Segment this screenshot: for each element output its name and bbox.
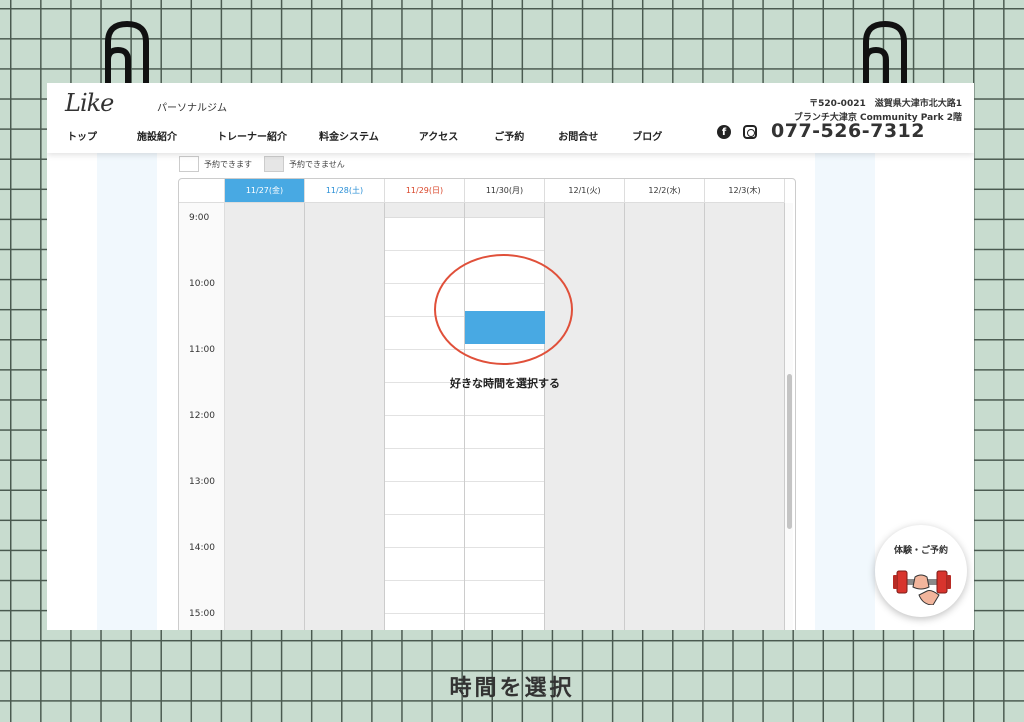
logo-subtitle: パーソナルジム	[157, 103, 227, 114]
legend-available-label: 予約できます	[204, 159, 252, 169]
time-label: 15:00	[189, 609, 215, 619]
site-header: Like パーソナルジム トップ 施設紹介 トレーナー紹介 料金システム アクセ…	[47, 83, 974, 153]
day-header[interactable]: 12/2(水)	[625, 179, 705, 202]
time-slot[interactable]	[465, 449, 544, 482]
caption: 時間を選択	[449, 676, 575, 701]
time-label: 12:00	[189, 411, 215, 421]
highlight-circle	[434, 254, 573, 365]
time-slot[interactable]	[385, 449, 464, 482]
day-header[interactable]: 12/1(火)	[545, 179, 625, 202]
booking-calendar: 11/27(金) 11/28(土) 11/29(日) 11/30(月) 12/1…	[178, 178, 796, 630]
instruction-callout: 好きな時間を選択する	[450, 377, 560, 390]
scrollbar-thumb[interactable]	[787, 374, 792, 529]
trial-reservation-button[interactable]: 体験・ご予約	[875, 525, 967, 617]
nav-item-access[interactable]: アクセス	[419, 128, 459, 143]
phone-number[interactable]: 077-526-7312	[771, 120, 925, 142]
address-line-1: 〒520-0021 滋賀県大津市北大路1	[809, 99, 962, 109]
calendar-header: 11/27(金) 11/28(土) 11/29(日) 11/30(月) 12/1…	[179, 179, 785, 203]
badge-label: 体験・ご予約	[893, 546, 948, 556]
nav-item-reservation[interactable]: ご予約	[494, 128, 524, 143]
day-header[interactable]: 12/3(木)	[705, 179, 785, 202]
day-header[interactable]: 11/29(日)	[385, 179, 465, 202]
day-column-unavailable	[705, 203, 785, 630]
dumbbell-icon	[893, 570, 951, 605]
time-slot[interactable]	[465, 416, 544, 449]
time-label: 14:00	[189, 543, 215, 553]
day-header[interactable]: 11/28(土)	[305, 179, 385, 202]
nav-item-facility[interactable]: 施設紹介	[137, 128, 177, 143]
screenshot-frame: Like パーソナルジム トップ 施設紹介 トレーナー紹介 料金システム アクセ…	[47, 83, 974, 630]
time-slot[interactable]	[465, 218, 544, 251]
time-slot[interactable]	[385, 581, 464, 614]
right-margin-panel	[815, 153, 875, 630]
day-column-available	[385, 203, 465, 630]
time-slot[interactable]	[385, 218, 464, 251]
logo[interactable]: Like	[65, 89, 114, 117]
time-label: 9:00	[189, 213, 210, 223]
nav-item-pricing[interactable]: 料金システム	[319, 128, 379, 143]
legend: 予約できます 予約できません	[179, 156, 357, 172]
legend-unavailable-swatch	[264, 156, 284, 172]
left-margin-panel	[97, 153, 157, 630]
time-slot[interactable]	[385, 416, 464, 449]
main-nav: トップ 施設紹介 トレーナー紹介 料金システム アクセス ご予約 お問合せ ブロ…	[67, 128, 662, 143]
time-label: 10:00	[189, 279, 215, 289]
nav-item-top[interactable]: トップ	[67, 128, 97, 143]
facebook-icon[interactable]: f	[717, 125, 731, 139]
nav-item-trainers[interactable]: トレーナー紹介	[217, 128, 287, 143]
time-label: 11:00	[189, 345, 215, 355]
legend-unavailable-label: 予約できません	[289, 159, 345, 169]
time-slot[interactable]	[465, 548, 544, 581]
day-header[interactable]: 11/30(月)	[465, 179, 545, 202]
nav-item-blog[interactable]: ブログ	[632, 128, 662, 143]
day-column-unavailable	[625, 203, 705, 630]
nav-item-contact[interactable]: お問合せ	[558, 128, 598, 143]
time-slot[interactable]	[465, 581, 544, 614]
time-slot[interactable]	[385, 482, 464, 515]
instagram-icon[interactable]	[743, 125, 757, 139]
time-label: 13:00	[189, 477, 215, 487]
time-slot[interactable]	[465, 515, 544, 548]
time-slot[interactable]	[385, 548, 464, 581]
time-slot[interactable]	[385, 515, 464, 548]
day-column-unavailable	[225, 203, 305, 630]
time-slot[interactable]	[465, 482, 544, 515]
calendar-corner	[179, 179, 225, 202]
day-column-unavailable	[305, 203, 385, 630]
day-header-selected[interactable]: 11/27(金)	[225, 179, 305, 202]
day-column-unavailable	[545, 203, 625, 630]
time-column: 9:00 10:00 11:00 12:00 13:00 14:00 15:00	[179, 203, 225, 630]
legend-available-swatch	[179, 156, 199, 172]
